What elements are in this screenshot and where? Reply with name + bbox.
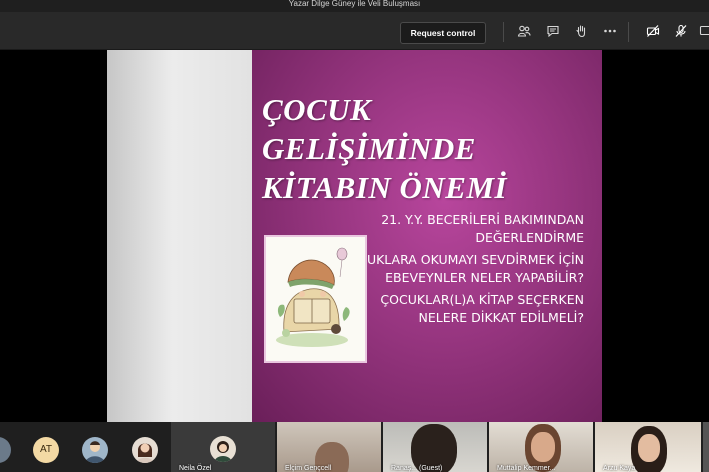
slide-title: ÇOCUK GELİŞİMİNDE KİTABIN ÖNEMİ xyxy=(262,90,592,207)
child-reading-illustration xyxy=(264,235,367,363)
title-bar: Yazar Dilge Güney ile Veli Buluşması xyxy=(0,0,709,12)
participant-tile[interactable]: Elçim Gençcell xyxy=(277,422,381,472)
slide-title-line: KİTABIN ÖNEMİ xyxy=(262,170,508,205)
participant-name: Elçim Gençcell xyxy=(285,465,332,472)
participants-icon[interactable] xyxy=(515,23,533,41)
slide-left-panel xyxy=(107,50,252,422)
participant-name: Muttalip Kemmer... xyxy=(497,465,556,472)
participant-name: Arzu Kaya xyxy=(603,465,636,472)
slide-bullet-list: 21. Y.Y. BECERİLERİ BAKIMINDAN DEĞERLEND… xyxy=(334,211,584,331)
share-icon[interactable] xyxy=(699,23,709,41)
request-control-button[interactable]: Request control xyxy=(400,22,486,44)
participant-avatar[interactable] xyxy=(0,437,11,463)
participant-tile[interactable]: Neila Özel xyxy=(171,422,275,472)
window-title: Yazar Dilge Güney ile Veli Buluşması xyxy=(288,0,421,8)
meeting-toolbar: Request control xyxy=(0,12,709,50)
toolbar-divider xyxy=(628,22,629,42)
slide-title-line: GELİŞİMİNDE xyxy=(262,131,476,166)
participant-avatar[interactable] xyxy=(82,437,108,463)
participant-gallery: AT Neila Özel Elçim Gençcell Ranaş... (G… xyxy=(0,422,709,472)
participant-name: Ranaş... (Guest) xyxy=(391,465,443,472)
toolbar-divider xyxy=(503,22,504,42)
participant-avatar[interactable] xyxy=(132,437,158,463)
raise-hand-icon[interactable] xyxy=(572,23,590,41)
chat-icon[interactable] xyxy=(544,23,562,41)
shared-screen-area: ÇOCUK GELİŞİMİNDE KİTABIN ÖNEMİ 21. Y.Y.… xyxy=(0,50,709,422)
participant-tile[interactable] xyxy=(703,422,709,472)
presentation-slide: ÇOCUK GELİŞİMİNDE KİTABIN ÖNEMİ 21. Y.Y.… xyxy=(107,50,602,422)
participant-tile[interactable]: Muttalip Kemmer... xyxy=(489,422,593,472)
participant-name: Neila Özel xyxy=(179,465,212,472)
mic-off-icon[interactable] xyxy=(672,23,690,41)
slide-bullet: ÇOCUKLAR(L)A KİTAP SEÇERKEN NELERE DİKKA… xyxy=(380,292,584,325)
slide-title-line: ÇOCUK xyxy=(262,92,372,127)
participant-tile[interactable]: Arzu Kaya xyxy=(595,422,701,472)
more-options-icon[interactable] xyxy=(601,23,619,41)
slide-bullet: 21. Y.Y. BECERİLERİ BAKIMINDAN DEĞERLEND… xyxy=(381,212,584,245)
participant-avatar xyxy=(210,436,236,462)
participant-tile[interactable]: Ranaş... (Guest) xyxy=(383,422,487,472)
camera-off-icon[interactable] xyxy=(644,23,662,41)
slide-bullet: ÇOCUKLARA OKUMAYI SEVDİRMEK İÇİN EBEVEYN… xyxy=(339,252,584,285)
avatar[interactable]: AT xyxy=(33,437,59,463)
